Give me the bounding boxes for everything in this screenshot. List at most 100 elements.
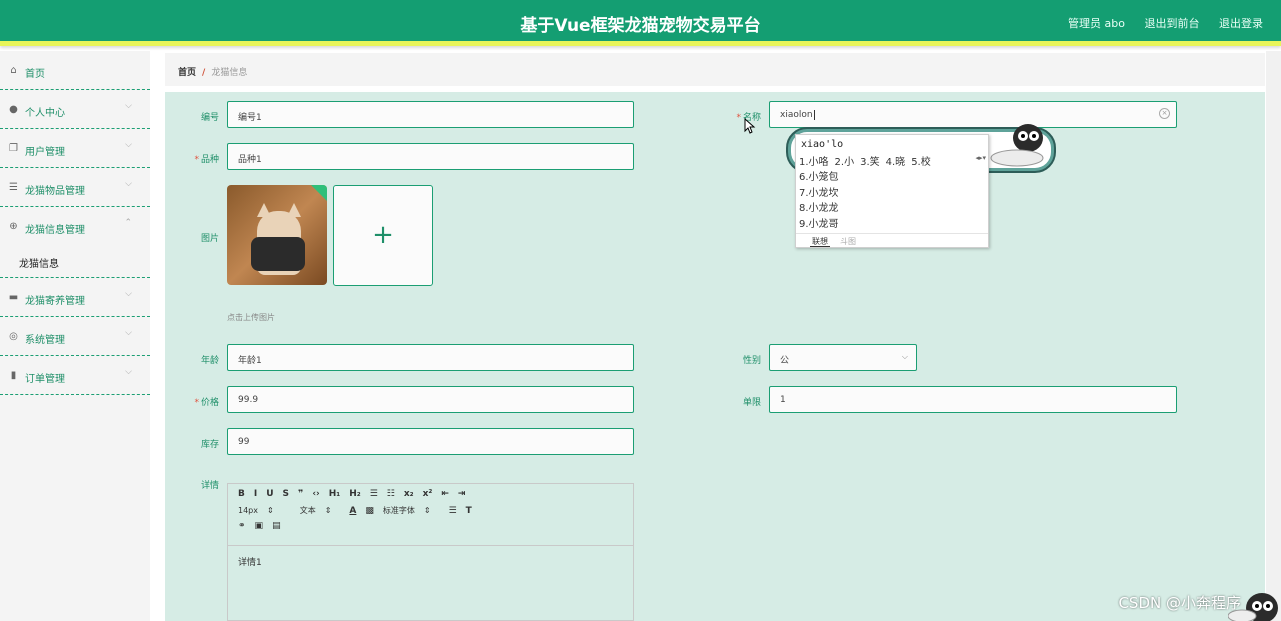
chevron-down-icon: ⌵: [125, 328, 132, 338]
sidebar-item-foster[interactable]: ▬ 龙猫寄养管理 ⌵: [0, 278, 150, 317]
h2-button[interactable]: H₂: [349, 489, 360, 499]
check-icon: [311, 185, 327, 201]
ime-candidate[interactable]: 7.小龙坎: [799, 184, 839, 199]
breadcrumb-bar: 首页 / 龙猫信息: [165, 53, 1265, 86]
quote-button[interactable]: ❞: [298, 489, 303, 499]
align-icon[interactable]: ☰: [449, 506, 457, 516]
ime-page-arrows-icon[interactable]: ◂▸▾: [975, 154, 986, 162]
sidebar-item-info[interactable]: ⊕ 龙猫信息管理 ⌃: [0, 207, 150, 246]
editor-content[interactable]: 详情1: [228, 546, 633, 577]
sidebar-item-home[interactable]: ⌂ 首页: [0, 51, 150, 90]
chevron-up-icon: ⌃: [124, 218, 132, 228]
breadcrumb: 首页 / 龙猫信息: [178, 65, 247, 78]
chevron-down-icon: ⌵: [125, 289, 132, 299]
sidebar-item-label: 个人中心: [25, 108, 65, 119]
ime-candidate[interactable]: 5.校: [911, 157, 931, 168]
submenu-label: 龙猫信息: [19, 259, 59, 270]
video-icon[interactable]: ▤: [272, 521, 281, 531]
sidebar-item-label: 首页: [25, 69, 45, 80]
mouse-cursor-icon: [744, 118, 756, 134]
font-size-select[interactable]: 14px: [238, 506, 258, 515]
danxian-input[interactable]: 1: [769, 386, 1177, 413]
breadcrumb-current: 龙猫信息: [211, 68, 248, 78]
underline-button[interactable]: U: [266, 489, 273, 499]
uploaded-cat-photo[interactable]: [227, 185, 327, 285]
kucun-label: 库存: [200, 440, 219, 450]
ordered-list-button[interactable]: ☰: [370, 489, 378, 499]
submenu-item-info[interactable]: 龙猫信息: [0, 246, 150, 278]
sidebar-item-label: 系统管理: [25, 335, 65, 346]
subscript-button[interactable]: x₂: [404, 489, 414, 499]
editor-toolbar: B I U S ❞ ‹› H₁ H₂ ☰ ☷ x₂ x² ⇤ ⇥ 14px ⇕ 文本 ⇕ A ▩ 标准字体 ⇕ ☰ T ⚭ ▣…: [228, 484, 633, 546]
ime-first-row: 1.小咯 2.小 3.笑 4.晓 5.校: [799, 153, 937, 168]
ime-candidate[interactable]: 6.小笼包: [799, 168, 839, 183]
nianling-input[interactable]: 年龄1: [227, 344, 634, 371]
font-face-select[interactable]: 标准字体: [383, 505, 415, 516]
bianhao-input[interactable]: 编号1: [227, 101, 634, 128]
chevron-down-icon: ⌵: [125, 179, 132, 189]
code-button[interactable]: ‹›: [312, 489, 319, 499]
ime-tab-active[interactable]: 联想: [810, 237, 830, 247]
xingbie-select[interactable]: 公 ⌵: [769, 344, 917, 371]
header-links: 管理员 abo 退出到前台 退出登录: [1052, 15, 1263, 31]
csdn-watermark: CSDN @小奔程序: [1118, 594, 1241, 612]
ime-candidate[interactable]: 9.小龙哥: [799, 215, 839, 230]
xiangqing-label: 详情: [200, 481, 219, 491]
clear-icon[interactable]: ×: [1159, 108, 1170, 119]
kucun-input[interactable]: 99: [227, 428, 634, 455]
ime-candidate[interactable]: 2.小: [835, 157, 855, 168]
chevron-down-icon: ⌵: [125, 367, 132, 377]
chevron-down-icon: ⌵: [901, 352, 908, 361]
sidebar-item-system[interactable]: ◎ 系统管理 ⌵: [0, 317, 150, 356]
rich-text-editor[interactable]: B I U S ❞ ‹› H₁ H₂ ☰ ☷ x₂ x² ⇤ ⇥ 14px ⇕ 文本 ⇕ A ▩ 标准字体 ⇕ ☰ T ⚭ ▣…: [227, 483, 634, 621]
pinzhong-input[interactable]: 品种1: [227, 143, 634, 170]
font-color-icon[interactable]: A: [349, 506, 356, 516]
sliders-icon: ☰: [9, 182, 18, 193]
link-icon[interactable]: ⚭: [238, 521, 246, 531]
h1-button[interactable]: H₁: [329, 489, 340, 499]
outdent-button[interactable]: ⇤: [441, 489, 449, 499]
sidebar-item-label: 用户管理: [25, 147, 65, 158]
sidebar-item-label: 龙猫信息管理: [25, 225, 85, 236]
italic-button[interactable]: I: [254, 489, 257, 499]
to-front-link[interactable]: 退出到前台: [1145, 17, 1200, 30]
bullet-list-button[interactable]: ☷: [387, 489, 395, 499]
toolbar-row-style: 14px ⇕ 文本 ⇕ A ▩ 标准字体 ⇕ ☰ T: [238, 505, 623, 521]
sidebar-item-goods[interactable]: ☰ 龙猫物品管理 ⌵: [0, 168, 150, 207]
superscript-button[interactable]: x²: [423, 489, 433, 499]
toolbar-row-format: B I U S ❞ ‹› H₁ H₂ ☰ ☷ x₂ x² ⇤ ⇥: [238, 489, 623, 505]
ime-candidate-window[interactable]: xiao'lo 1.小咯 2.小 3.笑 4.晓 5.校 ◂▸▾ 6.小笼包 7.小龙坎…: [795, 134, 989, 248]
background-color-icon[interactable]: ▩: [365, 506, 374, 516]
jiage-label: * 价格: [194, 398, 219, 408]
format-select[interactable]: 文本: [300, 505, 316, 516]
user-icon: ●: [9, 104, 18, 115]
home-icon: ⌂: [10, 65, 17, 76]
jiage-input[interactable]: 99.9: [227, 386, 634, 413]
sidebar-item-users[interactable]: ❐ 用户管理 ⌵: [0, 129, 150, 168]
strike-button[interactable]: S: [283, 489, 289, 499]
sidebar-item-orders[interactable]: ▮ 订单管理 ⌵: [0, 356, 150, 395]
logout-link[interactable]: 退出登录: [1219, 17, 1263, 30]
sidebar-item-personal[interactable]: ● 个人中心 ⌵: [0, 90, 150, 129]
chevron-down-icon: ⌵: [125, 140, 132, 150]
ime-candidate[interactable]: 8.小龙龙: [799, 199, 839, 214]
toolbar-row-insert: ⚭ ▣ ▤: [238, 521, 623, 537]
admin-name[interactable]: 管理员 abo: [1068, 17, 1125, 30]
bold-button[interactable]: B: [238, 489, 245, 499]
clear-format-icon[interactable]: T: [466, 506, 472, 516]
indent-button[interactable]: ⇥: [458, 489, 466, 499]
compass-icon: ◎: [9, 331, 18, 342]
upload-hint: 点击上传图片: [227, 313, 275, 322]
ime-candidate[interactable]: 3.笑: [860, 157, 880, 168]
page-scrollbar[interactable]: [1266, 51, 1281, 621]
select-arrows-icon: ⇕: [267, 506, 274, 515]
ime-tab-other[interactable]: 斗图: [840, 237, 856, 246]
upload-button[interactable]: +: [333, 185, 433, 286]
ime-candidate[interactable]: 1.小咯: [799, 157, 829, 168]
copy-icon: ❐: [9, 143, 18, 154]
ime-pinyin: xiao'lo: [801, 139, 844, 150]
ime-candidate[interactable]: 4.晓: [886, 157, 906, 168]
image-icon[interactable]: ▣: [255, 521, 264, 531]
sidebar-item-label: 龙猫物品管理: [25, 186, 85, 197]
breadcrumb-home[interactable]: 首页: [178, 68, 196, 78]
